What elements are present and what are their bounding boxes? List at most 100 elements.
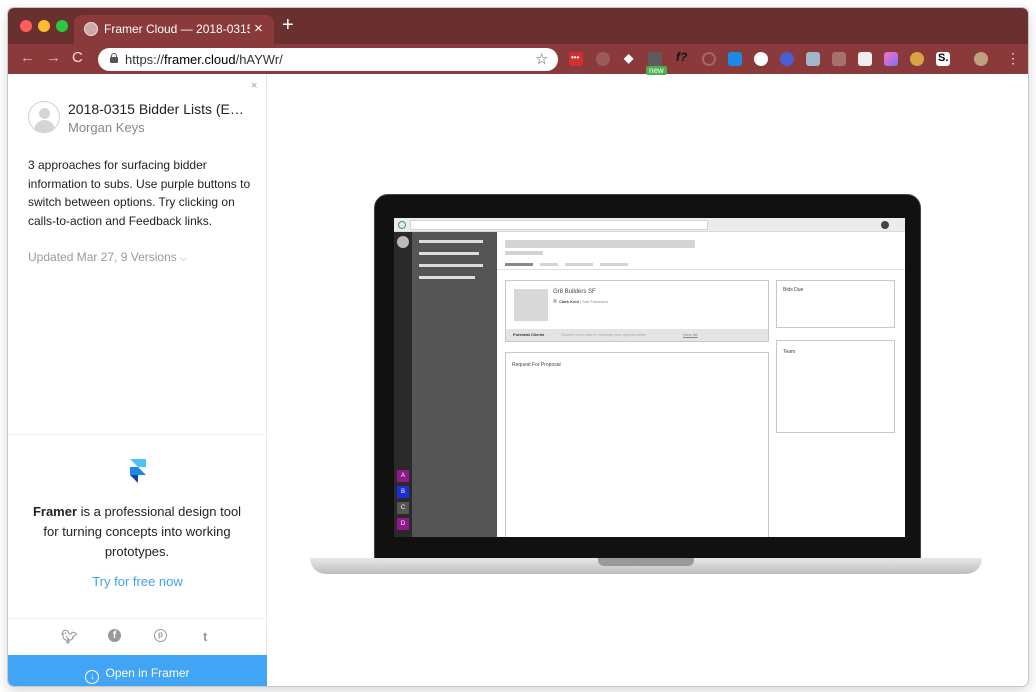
header-divider <box>497 269 905 270</box>
potential-clients-label: Potential Clients <box>513 332 545 337</box>
contact-info: Clark Kent | San Francisco <box>553 299 608 304</box>
diamond-extension-icon[interactable]: ◆ <box>622 51 636 66</box>
tab-bar: Framer Cloud — 2018-0315 Bidder Lists (E… <box>8 8 1028 44</box>
url-scheme: https:// <box>125 52 165 67</box>
contact-name: Clark Kent <box>559 299 580 304</box>
mail-extension-icon[interactable] <box>832 52 846 66</box>
option-d-button[interactable]: D <box>397 518 409 530</box>
team-title: Team <box>783 349 796 355</box>
author-avatar <box>28 101 60 133</box>
window-maximize-button[interactable] <box>56 20 68 32</box>
tab-placeholder[interactable] <box>565 263 593 266</box>
browser-window: Framer Cloud — 2018-0315 Bidder Lists (E… <box>8 8 1028 686</box>
bookmark-extension-icon[interactable] <box>858 52 872 66</box>
profile-avatar-icon[interactable] <box>974 52 988 66</box>
framer-promo: Framer is a professional design tool for… <box>32 502 242 562</box>
url-host: framer.cloud <box>164 52 236 67</box>
target-extension-icon[interactable] <box>702 52 716 66</box>
potential-clients-bar: Potential Clients Submit more bids to in… <box>506 329 768 341</box>
versions-dropdown[interactable]: Updated Mar 27, 9 Versions ⌵ <box>28 250 187 264</box>
project-sidebar: × 2018-0315 Bidder Lists (Exploration) M… <box>8 74 267 686</box>
tab-title: Framer Cloud — 2018-0315 Bidder Lists (E… <box>104 22 250 36</box>
option-c-button[interactable]: C <box>397 502 409 514</box>
updated-text: Updated Mar 27, 9 Versions <box>28 250 177 264</box>
option-a-button[interactable]: A <box>397 470 409 482</box>
window-minimize-button[interactable] <box>38 20 50 32</box>
promo-brand: Framer <box>32 504 78 519</box>
prototype-search-input[interactable] <box>410 220 708 230</box>
open-in-framer-button[interactable]: ↓ Open in Framer <box>8 655 267 686</box>
url-text: https://framer.cloud/hAYWr/ <box>125 52 283 67</box>
prototype-topbar <box>394 218 905 232</box>
heart-extension-icon[interactable] <box>780 52 794 66</box>
option-b-button[interactable]: B <box>397 486 409 498</box>
window-close-button[interactable] <box>20 20 32 32</box>
nav-placeholder[interactable] <box>419 276 475 279</box>
laptop-bezel: A B C D Gr8 Builders SF Clark Kent | San… <box>374 194 921 560</box>
trello-extension-icon[interactable] <box>728 52 742 66</box>
browser-menu-icon[interactable]: ⋮ <box>1006 50 1020 67</box>
bids-due-card[interactable]: Bids Due <box>776 280 895 328</box>
lock-icon <box>110 53 118 63</box>
bids-due-title: Bids Due <box>783 287 804 293</box>
browser-toolbar: ← → C https://framer.cloud/hAYWr/ ☆ ••• … <box>8 44 1028 75</box>
forward-arrow-icon[interactable]: → <box>46 49 61 66</box>
tab-placeholder[interactable] <box>540 263 558 266</box>
globe-icon <box>84 22 98 36</box>
new-badge: new <box>646 66 667 75</box>
app-logo-icon <box>398 221 406 229</box>
team-card[interactable]: Team <box>776 340 895 433</box>
company-name: Gr8 Builders SF <box>553 289 596 295</box>
bookmark-star-icon[interactable]: ☆ <box>535 50 548 68</box>
rfp-title: Request For Proposal <box>512 362 561 368</box>
reload-icon[interactable]: C <box>72 49 83 66</box>
pinterest-icon[interactable]: p <box>154 629 167 642</box>
try-free-link[interactable]: Try for free now <box>8 574 267 589</box>
new-tab-icon[interactable]: + <box>282 14 294 37</box>
project-author: Morgan Keys <box>68 120 145 135</box>
page-subheader-placeholder <box>505 251 543 255</box>
tab-placeholder-active[interactable] <box>505 263 533 266</box>
laptop-notch <box>598 558 694 566</box>
panda-extension-icon[interactable] <box>754 52 768 66</box>
nav-placeholder[interactable] <box>419 252 479 255</box>
address-bar[interactable]: https://framer.cloud/hAYWr/ ☆ <box>98 48 558 71</box>
framer-logo-icon <box>130 459 146 483</box>
pocket-extension-icon[interactable] <box>596 52 610 66</box>
browser-tab[interactable]: Framer Cloud — 2018-0315 Bidder Lists (E… <box>74 15 274 44</box>
twitter-icon[interactable]: 🐦︎ <box>61 629 78 645</box>
page-header-placeholder <box>505 240 695 248</box>
url-path: /hAYWr/ <box>235 52 283 67</box>
rail-avatar <box>397 236 409 248</box>
avatar-head <box>39 108 50 119</box>
nav-placeholder[interactable] <box>419 264 483 267</box>
cookie-extension-icon[interactable] <box>910 52 924 66</box>
view-list-link[interactable]: View list <box>683 332 698 337</box>
back-arrow-icon[interactable]: ← <box>20 49 35 66</box>
facebook-icon[interactable]: f <box>108 629 121 642</box>
font-finder-extension-icon[interactable]: f? <box>676 50 690 66</box>
tab-placeholder[interactable] <box>600 263 628 266</box>
close-sidebar-icon[interactable]: × <box>251 80 257 92</box>
company-card[interactable]: Gr8 Builders SF Clark Kent | San Francis… <box>505 280 769 342</box>
prototype-rail: A B C D <box>394 232 412 537</box>
potential-clients-hint: Submit more bids to increase your opport… <box>561 332 646 337</box>
tumblr-icon[interactable]: t <box>203 629 207 644</box>
divider <box>8 434 267 435</box>
nav-placeholder[interactable] <box>419 240 483 243</box>
divider <box>8 618 267 619</box>
open-button-label: Open in Framer <box>105 666 190 680</box>
contact-location: | San Francisco <box>580 299 608 304</box>
swatch-extension-icon[interactable] <box>806 52 820 66</box>
close-tab-icon[interactable]: × <box>254 20 263 37</box>
avatar-body <box>34 120 55 132</box>
chevron-down-icon: ⌵ <box>180 253 187 263</box>
company-logo-placeholder <box>514 289 548 321</box>
lastpass-extension-icon[interactable]: ••• <box>569 52 583 66</box>
prototype-screen[interactable]: A B C D Gr8 Builders SF Clark Kent | San… <box>394 218 905 537</box>
user-menu-icon[interactable] <box>881 221 889 229</box>
stylus-extension-icon[interactable]: S. <box>936 52 950 66</box>
gradient-extension-icon[interactable] <box>884 52 898 66</box>
rfp-card[interactable]: Request For Proposal <box>505 352 769 537</box>
tab-manager-extension-icon[interactable] <box>648 52 662 66</box>
